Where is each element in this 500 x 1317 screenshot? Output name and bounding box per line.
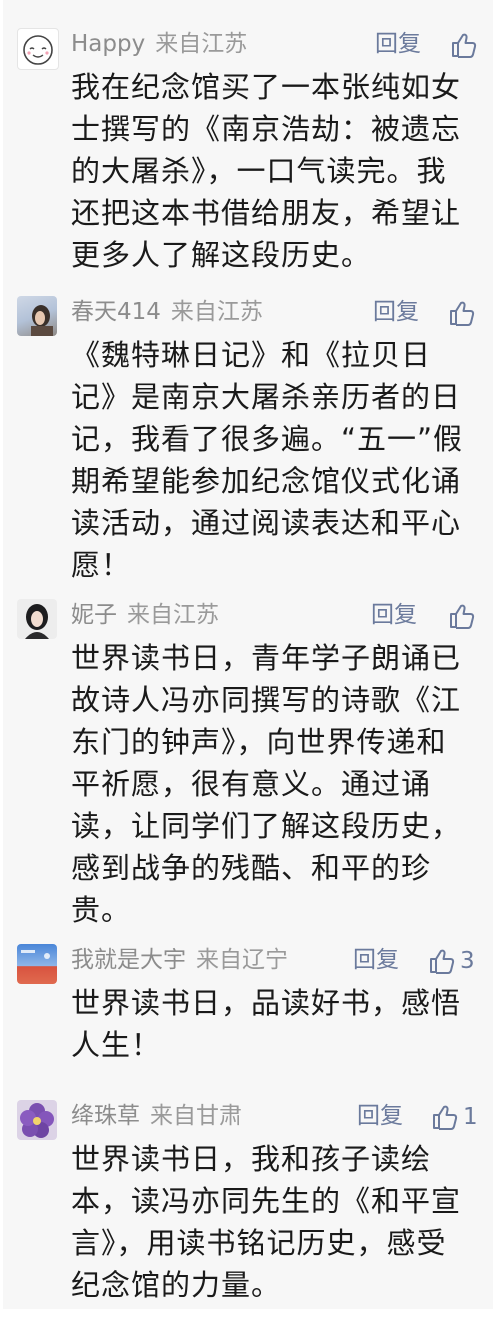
thumbs-up-icon xyxy=(452,33,477,58)
like-button[interactable] xyxy=(450,26,482,62)
avatar[interactable] xyxy=(17,599,57,639)
comment-text: 我在纪念馆买了一本张纯如女 士撰写的《南京浩劫：被遗忘 的大屠杀》，一口气读完。… xyxy=(71,66,476,276)
avatar[interactable] xyxy=(17,28,59,70)
scenery-photo-icon xyxy=(21,950,50,959)
comment-line: 还把这本书借给朋友，希望让 xyxy=(71,196,462,230)
comment-line: 贵。 xyxy=(71,893,132,927)
comment-line: 士撰写的《南京浩劫：被遗忘 xyxy=(71,112,462,146)
comment-line: 故诗人冯亦同撰写的诗歌《江 xyxy=(71,683,462,717)
like-count: 3 xyxy=(460,947,475,974)
comment-line: 东门的钟声》，向世界传递和 xyxy=(71,725,447,759)
comment-line: 读活动，通过阅读表达和平心 xyxy=(71,506,462,540)
comment-line: 期希望能参加纪念馆仪式化诵 xyxy=(71,464,462,498)
location-label: 来自江苏 xyxy=(170,299,263,325)
comment-line: 世界读书日，青年学子朗诵已 xyxy=(71,641,462,675)
comment-line: 《魏特琳日记》和《拉贝日 xyxy=(71,338,432,372)
portrait-photo-icon xyxy=(25,604,49,639)
location-label: 来自江苏 xyxy=(155,31,248,57)
thumbs-up-icon xyxy=(450,301,475,326)
comment-line: 本，读冯亦同先生的《和平宣 xyxy=(71,1184,462,1218)
comment-text: 世界读书日，我和孩子读绘 本，读冯亦同先生的《和平宣 言》，用读书铭记历史，感受… xyxy=(71,1138,476,1306)
comment-line: 纪念馆的力量。 xyxy=(71,1268,282,1302)
comment-author[interactable]: 我就是大宇 来自辽宁 xyxy=(71,942,288,978)
person-photo-icon xyxy=(31,305,53,336)
comment-line: 言》，用读书铭记历史，感受 xyxy=(71,1226,447,1260)
comment-line: 世界读书日，我和孩子读绘 xyxy=(71,1142,432,1176)
comment-author[interactable]: 春天414 来自江苏 xyxy=(71,294,263,330)
thumbs-up-icon xyxy=(433,1105,458,1130)
like-button[interactable] xyxy=(448,294,480,330)
like-button[interactable]: 3 xyxy=(428,942,475,978)
thumbs-up-icon xyxy=(430,949,455,974)
comment-line: 世界读书日，品读好书，感悟 xyxy=(71,986,462,1020)
username[interactable]: 妮子 xyxy=(71,602,117,628)
username[interactable]: Happy xyxy=(71,31,145,57)
comment-text: 世界读书日，品读好书，感悟 人生！ xyxy=(71,982,476,1066)
location-label: 来自江苏 xyxy=(127,602,219,628)
comment-line: 记，我看了很多遍。“五一”假 xyxy=(71,422,464,456)
username[interactable]: 我就是大宇 xyxy=(71,947,186,973)
comment-line: 平祈愿，很有意义。通过诵 xyxy=(71,767,432,801)
comment-line: 读，让同学们了解这段历史， xyxy=(71,809,462,843)
comment-line: 的大屠杀》，一口气读完。我 xyxy=(71,154,447,188)
comment-author[interactable]: 绛珠草 来自甘肃 xyxy=(71,1098,242,1134)
location-label: 来自辽宁 xyxy=(196,947,288,973)
like-button[interactable]: 1 xyxy=(431,1098,478,1134)
username[interactable]: 绛珠草 xyxy=(71,1103,140,1129)
comment-text: 《魏特琳日记》和《拉贝日 记》是南京大屠杀亲历者的日 记，我看了很多遍。“五一”… xyxy=(71,334,476,586)
comment-text: 世界读书日，青年学子朗诵已 故诗人冯亦同撰写的诗歌《江 东门的钟声》，向世界传递… xyxy=(71,637,476,931)
comment-author[interactable]: Happy 来自江苏 xyxy=(71,26,247,62)
comment-author[interactable]: 妮子 来自江苏 xyxy=(71,597,219,633)
comment-line: 愿！ xyxy=(71,548,132,582)
smiley-face-icon xyxy=(23,35,53,65)
reply-button[interactable]: 回复 xyxy=(373,294,419,330)
avatar[interactable] xyxy=(17,944,57,984)
like-button[interactable] xyxy=(448,597,480,633)
location-label: 来自甘肃 xyxy=(150,1103,242,1129)
reply-button[interactable]: 回复 xyxy=(353,942,399,978)
reply-button[interactable]: 回复 xyxy=(371,597,417,633)
comment-line: 我在纪念馆买了一本张纯如女 xyxy=(71,70,462,104)
reply-button[interactable]: 回复 xyxy=(375,26,421,62)
like-count: 1 xyxy=(463,1103,478,1130)
thumbs-up-icon xyxy=(450,604,475,629)
comment-line: 记》是南京大屠杀亲历者的日 xyxy=(71,380,462,414)
username[interactable]: 春天414 xyxy=(71,299,161,325)
avatar[interactable] xyxy=(17,1100,57,1140)
comment-line: 感到战争的残酷、和平的珍 xyxy=(71,851,432,885)
avatar[interactable] xyxy=(17,296,57,336)
comment-list: Happy 来自江苏 回复 我在纪念馆买了一本张纯如女 士撰写的《南京浩劫：被遗忘… xyxy=(3,0,493,1309)
reply-button[interactable]: 回复 xyxy=(357,1098,403,1134)
comment-line: 更多人了解这段历史。 xyxy=(71,238,372,272)
comment-line: 人生！ xyxy=(71,1028,162,1062)
flower-photo-icon xyxy=(20,1103,54,1138)
